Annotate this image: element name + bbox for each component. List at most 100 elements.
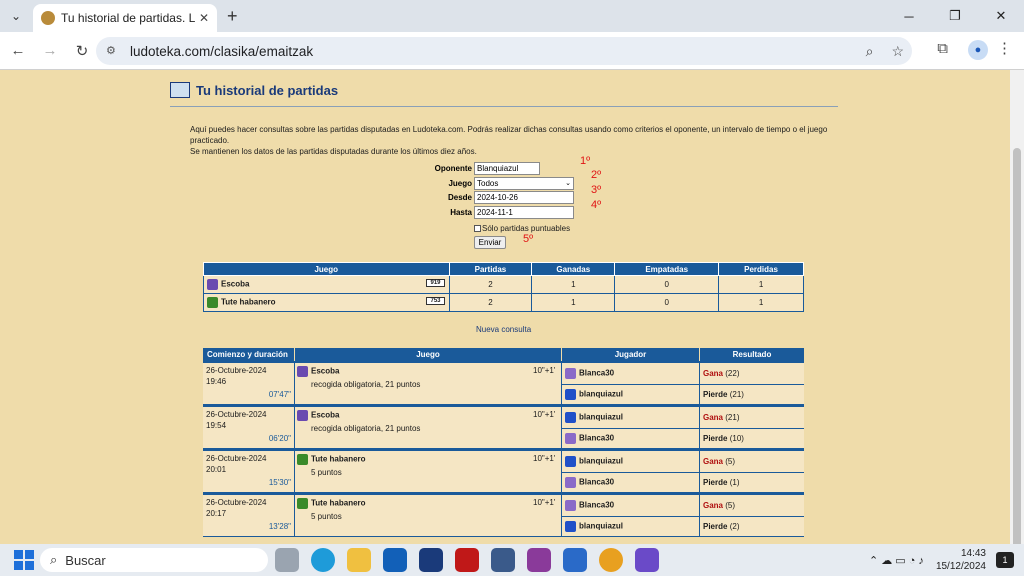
- juego-select[interactable]: Todos ⌄: [474, 177, 574, 190]
- new-tab-icon[interactable]: +: [227, 6, 238, 27]
- app-icon[interactable]: [635, 548, 659, 572]
- annotation-3: 3º: [591, 184, 602, 196]
- result-score: (21): [729, 390, 744, 399]
- player-avatar-icon: [565, 477, 576, 488]
- game-name[interactable]: Escoba: [221, 280, 249, 289]
- task-view-icon[interactable]: [275, 548, 299, 572]
- partidas-value: 2: [448, 293, 533, 312]
- annotation-4: 4º: [591, 199, 602, 211]
- puntuables-checkbox[interactable]: [474, 225, 481, 232]
- tab-search-icon[interactable]: ⌄: [5, 5, 27, 27]
- clock[interactable]: 14:43 15/12/2024: [936, 547, 986, 573]
- mcafee-icon[interactable]: [455, 548, 479, 572]
- history-row: 26-Octubre-2024 19:46 07'47" Escoba recogida…: [203, 361, 804, 405]
- notification-badge[interactable]: 1: [996, 552, 1014, 568]
- menu-icon[interactable]: ⋮: [997, 39, 1012, 57]
- escoba-game-icon: [297, 366, 308, 377]
- scrollbar[interactable]: [1010, 70, 1024, 568]
- result-label: Pierde: [703, 434, 728, 443]
- page-title-text: Tu historial de partidas: [196, 82, 339, 98]
- table-row: Escoba 919 2 1 0 1: [203, 275, 804, 294]
- history-row: 26-Octubre-2024 19:54 06'20" Escoba recogida…: [203, 405, 804, 449]
- bookmark-star-icon[interactable]: ☆: [891, 43, 904, 60]
- site-info-icon[interactable]: ⚙: [106, 44, 120, 58]
- game-description: recogida obligatoria, 21 puntos: [311, 424, 421, 433]
- app-icon[interactable]: [491, 548, 515, 572]
- taskbar: ⌕ Buscar ⌃ ☁ ▭ ◔ ♪ 14:43 15/12/2024 1: [0, 544, 1024, 576]
- address-bar-row: ← → ↻ ⚙ ludoteka.com/clasika/emaitzak ⌕ ☆…: [0, 32, 1024, 70]
- browser-tab[interactable]: Tu historial de partidas. Ludotek ✕: [33, 4, 217, 32]
- hasta-input[interactable]: [474, 206, 574, 219]
- result-score: (5): [725, 457, 736, 466]
- app-icon[interactable]: [563, 548, 587, 572]
- scrollbar-thumb[interactable]: [1013, 148, 1021, 568]
- player-name[interactable]: blanquiazul: [579, 413, 623, 422]
- game-name[interactable]: Escoba: [311, 367, 339, 376]
- reload-icon[interactable]: ↻: [68, 37, 96, 65]
- player-name[interactable]: blanquiazul: [579, 522, 623, 531]
- close-window-icon[interactable]: ✕: [978, 0, 1024, 32]
- file-explorer-icon[interactable]: [347, 548, 371, 572]
- oponente-input[interactable]: [474, 162, 540, 175]
- restore-icon[interactable]: ❐: [932, 0, 978, 32]
- intro-text: Aquí puedes hacer consultas sobre las pa…: [190, 124, 830, 157]
- player-name[interactable]: Blanca30: [579, 501, 614, 510]
- player-name[interactable]: Blanca30: [579, 369, 614, 378]
- taskbar-search[interactable]: ⌕ Buscar: [40, 548, 268, 572]
- game-name[interactable]: Tute habanero: [311, 455, 366, 464]
- edge-icon[interactable]: [311, 548, 335, 572]
- tray-icons[interactable]: ⌃ ☁ ▭ ◔ ♪: [869, 554, 924, 567]
- chrome-icon[interactable]: [599, 548, 623, 572]
- annotation-2: 2º: [591, 169, 602, 181]
- player-name[interactable]: Blanca30: [579, 434, 614, 443]
- ludoteka-app-icon[interactable]: [419, 548, 443, 572]
- col-resultado: Resultado: [700, 348, 804, 361]
- system-tray: ⌃ ☁ ▭ ◔ ♪ 14:43 15/12/2024 1: [869, 544, 1024, 576]
- back-icon[interactable]: ←: [4, 37, 32, 65]
- result-label: Pierde: [703, 478, 728, 487]
- forward-icon[interactable]: →: [36, 37, 64, 65]
- game-description: 5 puntos: [311, 468, 342, 477]
- game-name[interactable]: Tute habanero: [221, 298, 276, 307]
- minimize-icon[interactable]: ─: [886, 0, 932, 32]
- player-avatar-icon: [565, 500, 576, 511]
- player-avatar-icon: [565, 389, 576, 400]
- player-name[interactable]: Blanca30: [579, 478, 614, 487]
- tute-game-icon: [207, 297, 218, 308]
- game-date: 26-Octubre-2024: [206, 410, 267, 419]
- player-name[interactable]: blanquiazul: [579, 390, 623, 399]
- empatadas-value: 0: [614, 293, 720, 312]
- game-date: 26-Octubre-2024: [206, 498, 267, 507]
- col-ganadas: Ganadas: [531, 262, 616, 276]
- juego-label: Juego: [448, 179, 472, 188]
- game-name[interactable]: Tute habanero: [311, 499, 366, 508]
- player-name[interactable]: blanquiazul: [579, 457, 623, 466]
- game-count-badge: 919: [426, 279, 445, 287]
- zoom-icon[interactable]: ⌕: [866, 43, 874, 60]
- url-field[interactable]: ⚙ ludoteka.com/clasika/emaitzak ⌕ ☆: [96, 37, 912, 65]
- nueva-consulta-link[interactable]: Nueva consulta: [476, 325, 531, 334]
- escoba-game-icon: [297, 410, 308, 421]
- result-score: (1): [729, 478, 740, 487]
- result-score: (22): [725, 369, 740, 378]
- annotation-1: 1º: [580, 155, 591, 167]
- profile-avatar-icon[interactable]: ●: [968, 40, 988, 60]
- result-label: Gana: [703, 369, 724, 378]
- result-label: Pierde: [703, 390, 728, 399]
- game-name[interactable]: Escoba: [311, 411, 339, 420]
- extensions-icon[interactable]: ⧉: [937, 40, 948, 57]
- result-score: (2): [729, 522, 740, 531]
- game-duration: 07'47": [268, 390, 291, 399]
- winrar-icon[interactable]: [527, 548, 551, 572]
- result-score: (10): [729, 434, 744, 443]
- tute-game-icon: [297, 454, 308, 465]
- submit-button[interactable]: Enviar: [474, 236, 506, 249]
- col-perdidas: Perdidas: [718, 262, 804, 276]
- game-duration: 13'28": [268, 522, 291, 531]
- game-duration: 06'20": [268, 434, 291, 443]
- close-tab-icon[interactable]: ✕: [199, 11, 209, 25]
- outlook-icon[interactable]: [383, 548, 407, 572]
- desde-input[interactable]: [474, 191, 574, 204]
- col-comienzo: Comienzo y duración: [203, 348, 294, 361]
- windows-start-icon[interactable]: [14, 550, 34, 570]
